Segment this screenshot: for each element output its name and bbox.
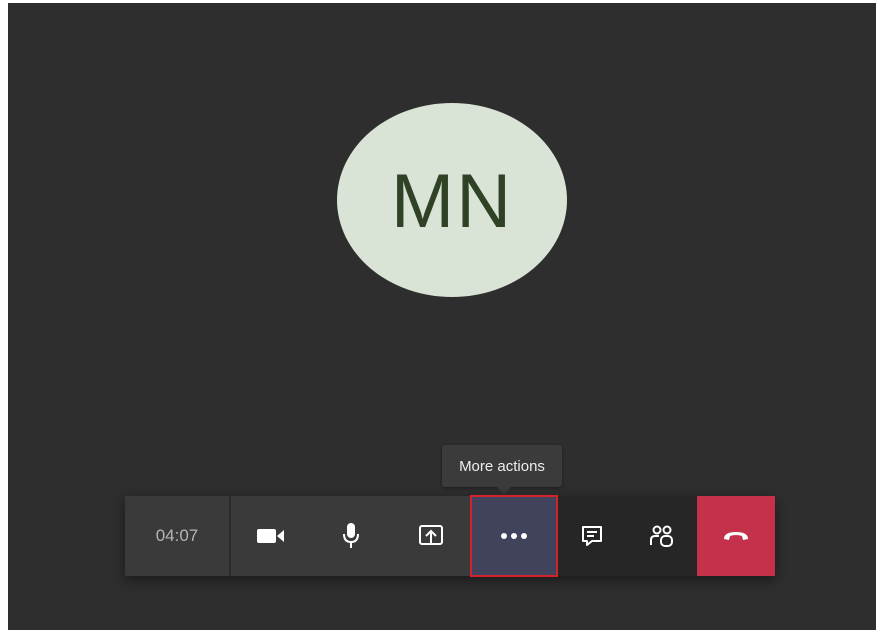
chat-button[interactable] xyxy=(557,496,627,576)
call-duration: 04:07 xyxy=(125,496,231,576)
panel-controls xyxy=(557,496,775,576)
media-controls xyxy=(231,495,558,577)
more-actions-tooltip: More actions xyxy=(442,445,562,487)
participants-button[interactable] xyxy=(627,496,697,576)
call-stage: MN More actions 04:07 xyxy=(8,3,876,630)
chat-icon xyxy=(582,526,602,546)
people-icon xyxy=(650,525,673,547)
hang-up-button[interactable] xyxy=(697,496,775,576)
participant-initials: MN xyxy=(390,159,514,244)
share-screen-button[interactable] xyxy=(391,496,471,576)
more-actions-button[interactable] xyxy=(470,495,558,577)
video-camera-icon xyxy=(257,529,284,543)
call-controls-toolbar: 04:07 xyxy=(125,495,775,577)
participant-avatar: MN xyxy=(337,103,567,297)
microphone-button[interactable] xyxy=(311,496,391,576)
tooltip-arrow xyxy=(497,487,511,494)
share-screen-icon xyxy=(419,525,443,545)
more-dots-icon xyxy=(501,533,527,539)
camera-button[interactable] xyxy=(231,496,311,576)
microphone-icon xyxy=(343,523,359,548)
phone-hangup-icon xyxy=(724,532,748,540)
